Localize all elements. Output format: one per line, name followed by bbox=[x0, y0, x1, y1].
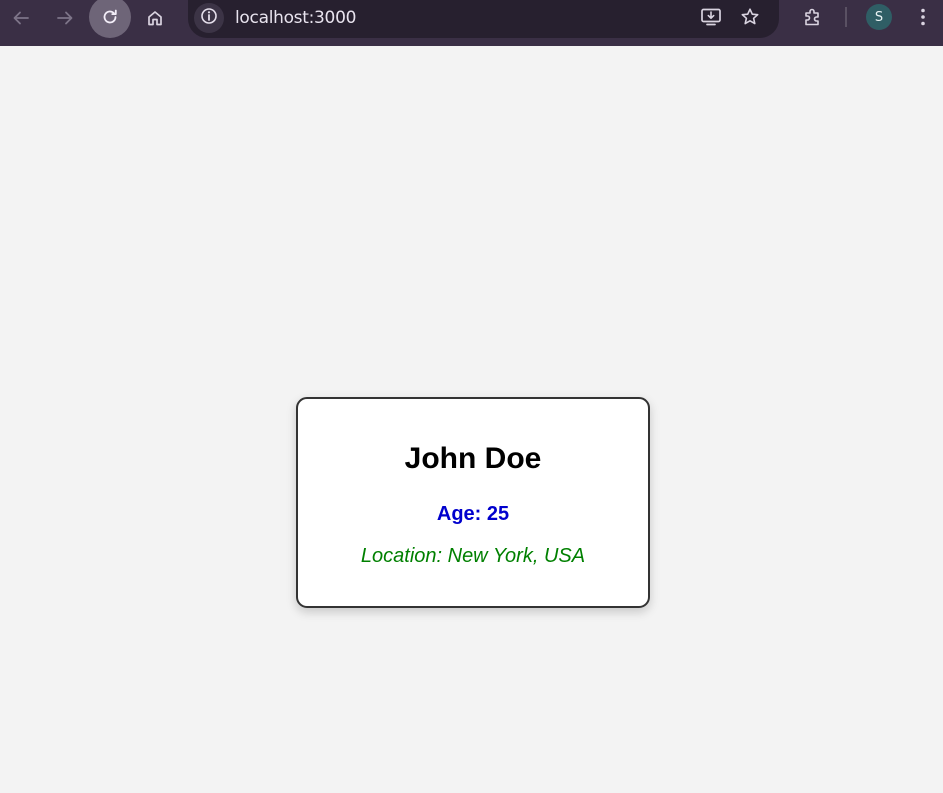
more-vertical-icon bbox=[920, 7, 926, 27]
arrow-left-icon bbox=[12, 9, 30, 27]
reload-icon bbox=[101, 8, 119, 26]
toolbar-divider bbox=[845, 7, 847, 27]
browser-menu-button[interactable] bbox=[903, 0, 943, 35]
forward-button[interactable] bbox=[44, 0, 86, 36]
profile-location: Location: New York, USA bbox=[360, 545, 586, 567]
home-button[interactable] bbox=[134, 0, 176, 36]
profile-age: Age: 25 bbox=[436, 503, 510, 525]
reload-button[interactable] bbox=[89, 0, 131, 38]
profile-name: John Doe bbox=[404, 442, 542, 475]
star-icon bbox=[740, 7, 760, 27]
profile-card: John Doe Age: 25 Location: New York, USA bbox=[296, 397, 650, 608]
install-app-icon bbox=[700, 7, 722, 27]
install-app-button[interactable] bbox=[690, 0, 732, 35]
puzzle-icon bbox=[803, 7, 823, 27]
profile-avatar[interactable]: S bbox=[866, 4, 892, 30]
home-icon bbox=[146, 9, 164, 27]
arrow-right-icon bbox=[56, 9, 74, 27]
url-text[interactable]: localhost:3000 bbox=[235, 8, 356, 28]
info-icon bbox=[200, 7, 218, 30]
back-button[interactable] bbox=[0, 0, 42, 36]
site-info-button[interactable] bbox=[194, 3, 224, 33]
bookmark-button[interactable] bbox=[729, 0, 771, 35]
browser-toolbar: localhost:3000 S bbox=[0, 0, 943, 46]
extensions-button[interactable] bbox=[792, 0, 834, 35]
